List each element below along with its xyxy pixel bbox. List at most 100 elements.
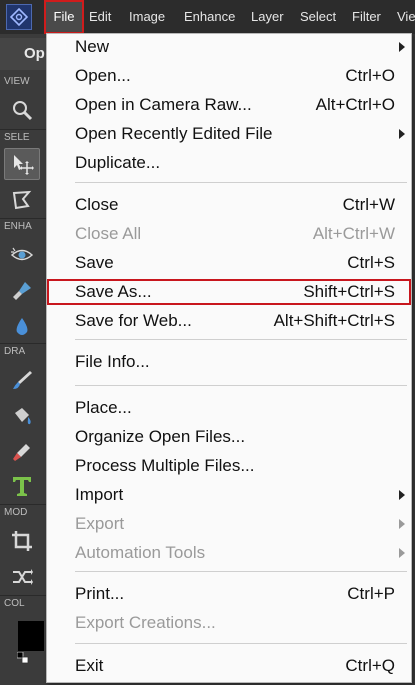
menu-item-label: Automation Tools: [75, 543, 206, 562]
menu-item-shortcut: Ctrl+W: [342, 195, 395, 214]
menu-item-label: New: [75, 37, 110, 56]
menu-item-label: File Info...: [75, 352, 150, 371]
section-label-color: COL: [4, 598, 25, 609]
menu-item-label: Exit: [75, 656, 104, 675]
menu-item-shortcut: Ctrl+S: [347, 253, 395, 272]
menu-item-export-creations: Export Creations...: [47, 610, 411, 636]
menu-item-label: Place...: [75, 398, 132, 417]
menu-item-label: Duplicate...: [75, 153, 161, 172]
submenu-arrow-icon: [399, 548, 405, 558]
menu-file[interactable]: File: [44, 0, 84, 34]
menu-item-label: Save for Web...: [75, 311, 192, 330]
panel-divider: [0, 129, 46, 130]
menu-select[interactable]: Select: [300, 0, 336, 34]
type-tool[interactable]: [4, 470, 40, 502]
menu-item-new[interactable]: New: [47, 34, 411, 60]
recompose-tool[interactable]: [4, 561, 40, 593]
spot-healing-tool[interactable]: [4, 275, 40, 307]
menu-item-shortcut: Alt+Shift+Ctrl+S: [273, 311, 395, 330]
menu-item-open[interactable]: Open... Ctrl+O: [47, 63, 411, 89]
zoom-icon: [13, 101, 33, 121]
menu-item-label: Export Creations...: [75, 613, 216, 632]
menu-image[interactable]: Image: [129, 0, 165, 34]
menu-item-label: Open Recently Edited File: [75, 124, 273, 143]
submenu-arrow-icon: [399, 490, 405, 500]
recompose-icon: [13, 569, 33, 585]
menu-item-process-multiple-files[interactable]: Process Multiple Files...: [47, 453, 411, 479]
paint-bucket-icon: [15, 408, 31, 425]
section-label-draw: DRA: [4, 346, 26, 357]
blur-drop-icon: [16, 318, 28, 335]
lasso-tool[interactable]: [4, 184, 40, 216]
menu-item-import[interactable]: Import: [47, 482, 411, 508]
menu-item-label: Organize Open Files...: [75, 427, 246, 446]
menu-item-exit[interactable]: Exit Ctrl+Q: [47, 653, 411, 679]
panel-divider: [0, 595, 46, 596]
menu-item-label: Open in Camera Raw...: [75, 95, 252, 114]
menu-item-place[interactable]: Place...: [47, 395, 411, 421]
panel-divider: [0, 343, 46, 344]
red-eye-icon: [10, 247, 34, 261]
menu-edit[interactable]: Edit: [89, 0, 111, 34]
menu-item-open-recently-edited-file[interactable]: Open Recently Edited File: [47, 121, 411, 147]
submenu-arrow-icon: [399, 42, 405, 52]
menu-item-label: Process Multiple Files...: [75, 456, 255, 475]
section-label-select: SELE: [4, 132, 30, 143]
menu-item-organize-open-files[interactable]: Organize Open Files...: [47, 424, 411, 450]
blur-tool[interactable]: [4, 311, 40, 343]
menu-item-shortcut: Alt+Ctrl+O: [315, 95, 395, 114]
tools-panel: Op VIEW SELE ENHA DRA MOD COL: [0, 34, 46, 685]
foreground-color-swatch[interactable]: [18, 621, 44, 651]
brush-icon: [13, 371, 32, 389]
brush-tool[interactable]: [4, 364, 40, 396]
eyedropper-icon: [13, 444, 30, 461]
menu-layer[interactable]: Layer: [251, 0, 284, 34]
menu-item-label: Print...: [75, 584, 125, 603]
submenu-arrow-icon: [399, 129, 405, 139]
section-label-modify: MOD: [4, 507, 28, 518]
paint-bucket-tool[interactable]: [4, 400, 40, 432]
move-tool[interactable]: [4, 148, 40, 180]
menu-item-close[interactable]: Close Ctrl+W: [47, 192, 411, 218]
menu-item-label: Close All: [75, 224, 142, 243]
menu-enhance[interactable]: Enhance: [184, 0, 235, 34]
menu-view[interactable]: Vie: [397, 0, 415, 34]
file-menu-dropdown: New Open... Ctrl+O Open in Camera Raw... Alt…: [46, 33, 412, 683]
menu-item-save[interactable]: Save Ctrl+S: [47, 250, 411, 276]
menu-item-label: Import: [75, 485, 124, 504]
section-label-enhance: ENHA: [4, 221, 32, 232]
crop-icon: [12, 531, 32, 551]
menu-item-label: Export: [75, 514, 125, 533]
eyedropper-tool[interactable]: [4, 436, 40, 468]
menu-item-shortcut: Ctrl+Q: [345, 656, 395, 675]
app-logo-icon[interactable]: [6, 4, 32, 30]
menu-item-duplicate[interactable]: Duplicate...: [47, 150, 411, 176]
menu-item-save-for-web[interactable]: Save for Web... Alt+Shift+Ctrl+S: [47, 308, 411, 334]
default-colors-icon[interactable]: [17, 652, 29, 664]
menu-item-file-info[interactable]: File Info...: [47, 349, 411, 375]
menu-item-save-as[interactable]: Save As... Shift+Ctrl+S: [47, 279, 411, 305]
move-icon: [14, 155, 34, 175]
menu-filter[interactable]: Filter: [352, 0, 381, 34]
crop-tool[interactable]: [4, 525, 40, 557]
menu-item-close-all: Close All Alt+Ctrl+W: [47, 221, 411, 247]
menu-item-shortcut: Alt+Ctrl+W: [312, 224, 395, 243]
menu-item-label: Save As...: [75, 282, 152, 301]
menu-separator: [75, 385, 407, 386]
menu-item-label: Save: [75, 253, 114, 272]
menu-separator: [75, 339, 407, 340]
menu-item-automation-tools: Automation Tools: [47, 540, 411, 566]
menu-item-print[interactable]: Print... Ctrl+P: [47, 581, 411, 607]
pse-logo-icon: [10, 8, 28, 26]
menu-bar: File Edit Image Enhance Layer Select Fil…: [0, 0, 415, 34]
menu-item-export: Export: [47, 511, 411, 537]
section-label-view: VIEW: [4, 76, 30, 87]
zoom-tool[interactable]: [4, 94, 40, 126]
menu-item-open-in-camera-raw[interactable]: Open in Camera Raw... Alt+Ctrl+O: [47, 92, 411, 118]
brush-healing-icon: [13, 282, 31, 300]
panel-divider: [0, 218, 46, 219]
red-eye-tool[interactable]: [4, 239, 40, 271]
submenu-arrow-icon: [399, 519, 405, 529]
type-icon: [13, 477, 31, 496]
mode-tab[interactable]: Op: [0, 38, 46, 70]
